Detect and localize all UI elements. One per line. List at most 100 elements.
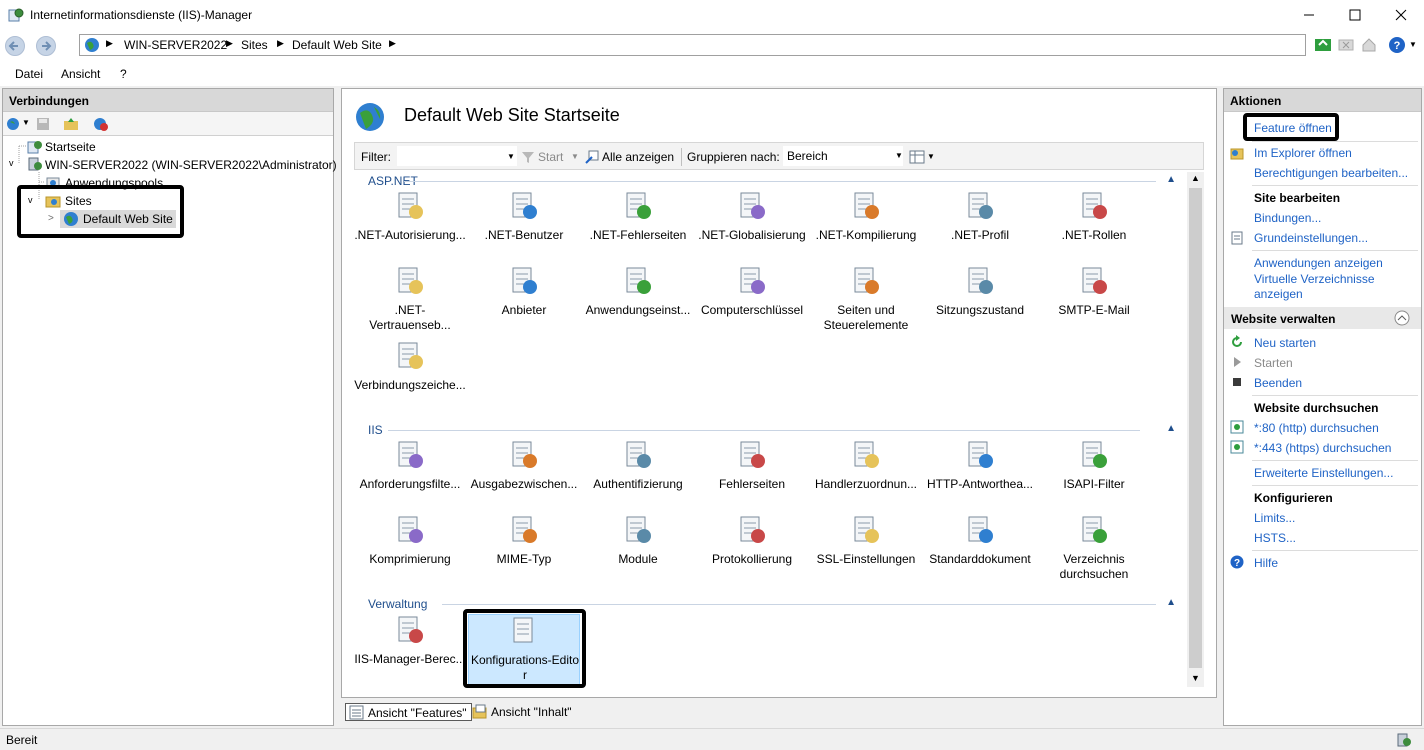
feature-tile[interactable]: Handlerzuordnun...: [810, 439, 922, 511]
tree-item-start[interactable]: Startseite: [45, 140, 96, 154]
help-icon[interactable]: ?: [1388, 36, 1406, 54]
feature-tile[interactable]: .NET-Profil: [924, 190, 1036, 262]
connect-icon[interactable]: [6, 116, 22, 132]
connect-dropdown-icon[interactable]: ▼: [22, 118, 30, 127]
refresh-icon[interactable]: [1314, 36, 1332, 54]
scroll-down-icon[interactable]: ▼: [1191, 673, 1200, 683]
menu-ansicht[interactable]: Ansicht: [61, 67, 100, 81]
feature-tile[interactable]: .NET-Rollen: [1038, 190, 1150, 262]
forward-arrow-icon: [42, 41, 52, 51]
maximize-button[interactable]: [1332, 0, 1378, 30]
feature-tile[interactable]: HTTP-Antworthea...: [924, 439, 1036, 511]
feature-tile[interactable]: MIME-Typ: [468, 514, 580, 586]
feature-tile[interactable]: Anforderungsfilte...: [354, 439, 466, 511]
feature-icon: [854, 516, 879, 543]
tab-content-view[interactable]: Ansicht "Inhalt": [469, 703, 576, 721]
feature-tile[interactable]: Anbieter: [468, 265, 580, 337]
start-dropdown-icon[interactable]: ▼: [571, 152, 579, 161]
action-bindings[interactable]: Bindungen...: [1254, 211, 1321, 225]
action-limits[interactable]: Limits...: [1254, 511, 1295, 525]
help-dropdown-icon[interactable]: ▼: [1409, 40, 1417, 49]
feature-tile[interactable]: Komprimierung: [354, 514, 466, 586]
home-icon[interactable]: [1360, 36, 1378, 54]
view-mode-icon[interactable]: [909, 149, 925, 165]
feature-tile[interactable]: Fehlerseiten: [696, 439, 808, 511]
section-iis[interactable]: IIS: [368, 423, 383, 437]
action-show-virtual-dirs[interactable]: Virtuelle Verzeichnisse anzeigen: [1254, 272, 1414, 302]
collapse-icon[interactable]: ▲: [1166, 423, 1176, 434]
feature-tile[interactable]: SSL-Einstellungen: [810, 514, 922, 586]
action-basic-settings[interactable]: Grundeinstellungen...: [1254, 231, 1368, 245]
feature-tile[interactable]: Verbindungszeiche...: [354, 340, 466, 412]
feature-tile[interactable]: Computerschlüssel: [696, 265, 808, 337]
feature-tile[interactable]: .NET-Kompilierung: [810, 190, 922, 262]
feature-icon: [626, 516, 651, 543]
crumb-server[interactable]: WIN-SERVER2022: [124, 38, 227, 52]
svg-text:?: ?: [1394, 40, 1401, 52]
feature-tile[interactable]: .NET-Vertrauenseb...: [354, 265, 466, 337]
view-mode-dropdown-icon[interactable]: ▼: [927, 152, 935, 161]
tree-item-server[interactable]: WIN-SERVER2022 (WIN-SERVER2022\Administr…: [45, 158, 337, 172]
folder-up-icon[interactable]: [63, 116, 79, 132]
action-hsts[interactable]: HSTS...: [1254, 531, 1296, 545]
collapse-icon[interactable]: ▲: [1166, 597, 1176, 608]
menu-datei[interactable]: Datei: [15, 67, 43, 81]
action-advanced-settings[interactable]: Erweiterte Einstellungen...: [1254, 466, 1393, 480]
action-show-apps[interactable]: Anwendungen anzeigen: [1254, 256, 1383, 270]
feature-tile[interactable]: .NET-Fehlerseiten: [582, 190, 694, 262]
section-verwaltung[interactable]: Verwaltung: [368, 597, 427, 611]
action-explorer-open[interactable]: Im Explorer öffnen: [1254, 146, 1352, 160]
action-restart[interactable]: Neu starten: [1254, 336, 1316, 350]
show-all-button[interactable]: Alle anzeigen: [602, 150, 674, 164]
scroll-thumb[interactable]: [1189, 188, 1202, 668]
feature-tile[interactable]: Anwendungseinst...: [582, 265, 694, 337]
action-help[interactable]: Hilfe: [1254, 556, 1278, 570]
feature-tile[interactable]: .NET-Benutzer: [468, 190, 580, 262]
action-browse-http[interactable]: *:80 (http) durchsuchen: [1254, 421, 1379, 435]
connections-panel: Verbindungen ▼ Startseite v WIN-SERVER20…: [2, 88, 337, 726]
feature-tile[interactable]: Ausgabezwischen...: [468, 439, 580, 511]
feature-tile[interactable]: Sitzungszustand: [924, 265, 1036, 337]
action-start[interactable]: Starten: [1254, 356, 1293, 370]
feature-tile[interactable]: ISAPI-Filter: [1038, 439, 1150, 511]
filter-dropdown-icon[interactable]: ▼: [507, 152, 515, 161]
feature-tile[interactable]: Standarddokument: [924, 514, 1036, 586]
disconnect-icon[interactable]: [93, 116, 109, 132]
collapse-icon: [1394, 310, 1410, 326]
action-browse-https[interactable]: *:443 (https) durchsuchen: [1254, 441, 1391, 455]
feature-tile[interactable]: Protokollierung: [696, 514, 808, 586]
feature-tile[interactable]: Verzeichnis durchsuchen: [1038, 514, 1150, 586]
action-stop[interactable]: Beenden: [1254, 376, 1302, 390]
filter-toolbar: Filter: ▼ Start ▼ Alle anzeigen Gruppier…: [354, 142, 1204, 170]
start-filter-button[interactable]: Start: [538, 150, 563, 164]
back-button[interactable]: [5, 36, 25, 56]
feature-tile[interactable]: SMTP-E-Mail: [1038, 265, 1150, 337]
close-button[interactable]: [1378, 0, 1424, 30]
feature-icon: [626, 192, 651, 219]
scroll-up-icon[interactable]: ▲: [1191, 173, 1200, 183]
page-title: Default Web Site Startseite: [404, 105, 620, 125]
minimize-button[interactable]: [1286, 0, 1332, 30]
manage-website-header[interactable]: Website verwalten: [1224, 307, 1421, 329]
feature-tile[interactable]: Module: [582, 514, 694, 586]
feature-tile[interactable]: Seiten und Steuerelemente: [810, 265, 922, 337]
address-breadcrumb[interactable]: ▶ WIN-SERVER2022 ▶ Sites ▶ Default Web S…: [79, 34, 1306, 56]
action-edit-permissions[interactable]: Berechtigungen bearbeiten...: [1254, 166, 1408, 180]
chevron-down-icon[interactable]: v: [9, 158, 14, 168]
filter-input[interactable]: [397, 146, 517, 166]
feature-tile[interactable]: .NET-Autorisierung...: [354, 190, 466, 262]
crumb-default-site[interactable]: Default Web Site: [292, 38, 382, 52]
save-icon[interactable]: [35, 116, 51, 132]
tab-features-view[interactable]: Ansicht "Features": [345, 703, 472, 721]
crumb-sites[interactable]: Sites: [241, 38, 268, 52]
vertical-scrollbar[interactable]: ▲ ▼: [1187, 172, 1204, 687]
stop-icon[interactable]: [1337, 36, 1355, 54]
feature-tile[interactable]: .NET-Globalisierung: [696, 190, 808, 262]
menu-help[interactable]: ?: [120, 67, 127, 81]
section-divider: [388, 430, 1140, 431]
collapse-icon[interactable]: ▲: [1166, 174, 1176, 185]
feature-tile[interactable]: Authentifizierung: [582, 439, 694, 511]
forward-button[interactable]: [36, 36, 56, 56]
group-by-select[interactable]: Bereich ▼: [783, 146, 903, 166]
feature-tile[interactable]: IIS-Manager-Berec...: [354, 614, 466, 686]
